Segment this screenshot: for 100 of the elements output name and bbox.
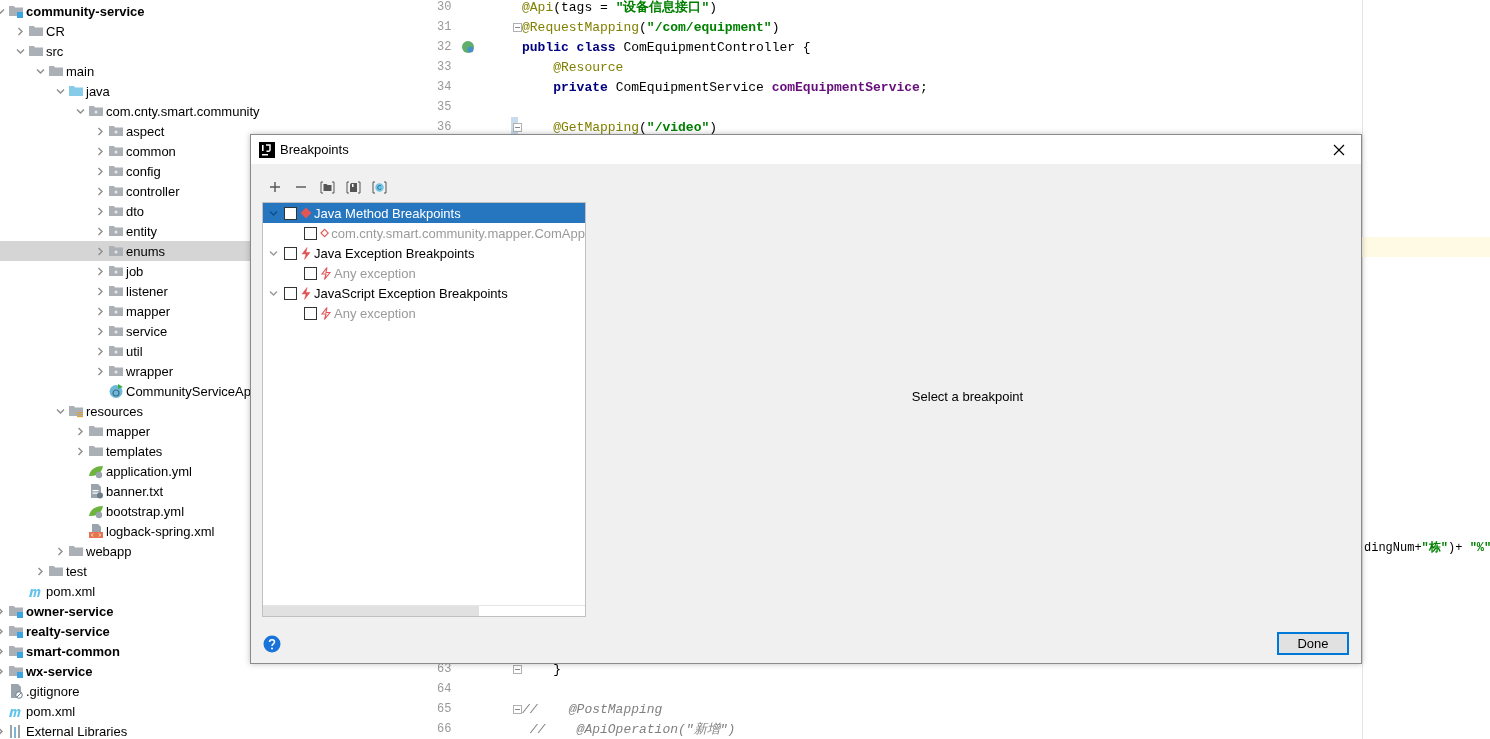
chevron-down-icon[interactable] [268,208,278,218]
plus-icon [269,181,281,193]
fold-icon[interactable] [513,664,522,674]
code-line: // @ApiOperation("新增") [528,721,736,738]
tree-item-label[interactable]: realty-service [26,623,110,639]
module-folder-icon [8,643,24,659]
code-line: private ComEquipmentService comEquipmentService; [552,79,928,95]
module-folder-icon [8,3,24,19]
tree-item-label[interactable]: src [46,43,64,59]
close-icon[interactable] [1333,143,1345,156]
line-number: 30 [437,0,453,14]
file-icon [345,180,361,194]
tree-item-label[interactable]: webapp [86,543,132,559]
chevron-right-icon[interactable] [15,26,25,36]
tree-item-label[interactable]: job [126,263,144,279]
fold-icon[interactable] [513,704,522,714]
tree-item-label[interactable]: config [126,163,161,179]
dialog-title: Breakpoints [280,142,350,157]
line-number: 36 [437,120,453,134]
folder-icon [28,43,44,59]
line-number: 35 [437,100,453,114]
tree-item-label[interactable]: External Libraries [26,723,128,739]
checkbox[interactable] [284,286,297,300]
ignored-file-icon [8,683,24,699]
checkbox[interactable] [284,246,297,260]
tree-item-label[interactable]: entity [126,223,158,239]
tree-item-label[interactable]: mapper [106,423,151,439]
tree-item-label[interactable]: CR [46,23,65,39]
module-folder-icon [8,663,24,679]
package-icon [108,203,124,219]
fold-icon[interactable] [513,122,522,132]
tree-item-label[interactable]: logback-spring.xml [106,523,215,539]
code-line: public class ComEquipmentController { [522,39,811,55]
code-line: @GetMapping("/video") [552,119,718,135]
tree-item-label[interactable]: enums [126,243,166,259]
tree-item-label[interactable]: mapper [126,303,171,319]
fold-icon[interactable] [513,22,522,32]
tree-item-label[interactable]: wrapper [126,363,173,379]
tree-item-label[interactable]: resources [86,403,144,419]
line-number: 31 [437,20,453,34]
help-icon[interactable] [263,635,281,653]
tree-item-label[interactable]: dto [126,203,145,219]
done-button[interactable]: Done [1277,632,1349,655]
folder-icon [88,423,104,439]
tree-item-label[interactable]: test [66,563,87,579]
resources-folder-icon [68,403,84,419]
tree-item-label[interactable]: wx-service [26,663,93,679]
package-icon [108,243,124,259]
scrollbar-thumb[interactable] [263,606,479,616]
lightning-icon [320,266,332,280]
line-number: 66 [437,722,453,736]
xml-file-icon [88,523,104,539]
tree-item-label[interactable]: pom.xml [26,703,76,719]
lightning-icon [300,286,312,300]
bean-icon[interactable] [461,40,475,54]
tree-item-label[interactable]: application.yml [106,463,192,479]
folder-icon [88,443,104,459]
spring-class-icon [108,383,124,399]
tree-item-label[interactable]: com.cnty.smart.community [106,103,260,119]
tree-item-label[interactable]: bootstrap.yml [106,503,185,519]
tree-item-label[interactable]: service [126,323,168,339]
line-number: 33 [437,60,453,74]
empty-detail-message: Select a breakpoint [911,388,1024,404]
tree-item-label[interactable]: owner-service [26,603,114,619]
chevron-down-icon[interactable] [268,248,278,258]
tree-item-label[interactable]: java [86,83,110,99]
package-icon [108,263,124,279]
tree-item-label[interactable]: banner.txt [106,483,164,499]
tree-item-label[interactable]: .gitignore [26,683,80,699]
tree-item-label[interactable]: community-service [26,3,145,19]
text-file-icon [88,483,104,499]
package-icon [88,103,104,119]
line-number: 34 [437,80,453,94]
diamond-icon [300,207,312,219]
breakpoint-label[interactable]: JavaScript Exception Breakpoints [314,285,508,301]
package-icon [108,323,124,339]
selected-breakpoint-row[interactable]: Java Method Breakpoints [263,203,585,223]
checkbox[interactable] [284,206,297,220]
tree-item-label[interactable]: listener [126,283,168,299]
tree-item-label[interactable]: util [126,343,143,359]
tree-item-label[interactable]: main [66,63,95,79]
module-folder-icon [8,623,24,639]
line-number: 65 [437,702,453,716]
chevron-down-icon[interactable] [268,288,278,298]
tree-item-label[interactable]: pom.xml [46,583,96,599]
package-icon [108,343,124,359]
spring-leaf-icon [88,503,104,519]
tree-item-label[interactable]: templates [106,443,163,459]
package-icon [108,363,124,379]
tree-item-label[interactable]: aspect [126,123,165,139]
breakpoint-label[interactable]: Java Method Breakpoints [314,205,461,221]
tree-item-label[interactable]: common [126,143,176,159]
folder-icon [68,543,84,559]
tree-item-label[interactable]: controller [126,183,180,199]
package-icon [108,123,124,139]
tree-item-label[interactable]: CommunityServiceAp [126,383,251,399]
code-line: @Api(tags = "设备信息接口") [522,0,718,16]
tree-item-label[interactable]: smart-common [26,643,120,659]
folder-icon [48,63,64,79]
chevron-down-icon[interactable] [55,406,65,416]
